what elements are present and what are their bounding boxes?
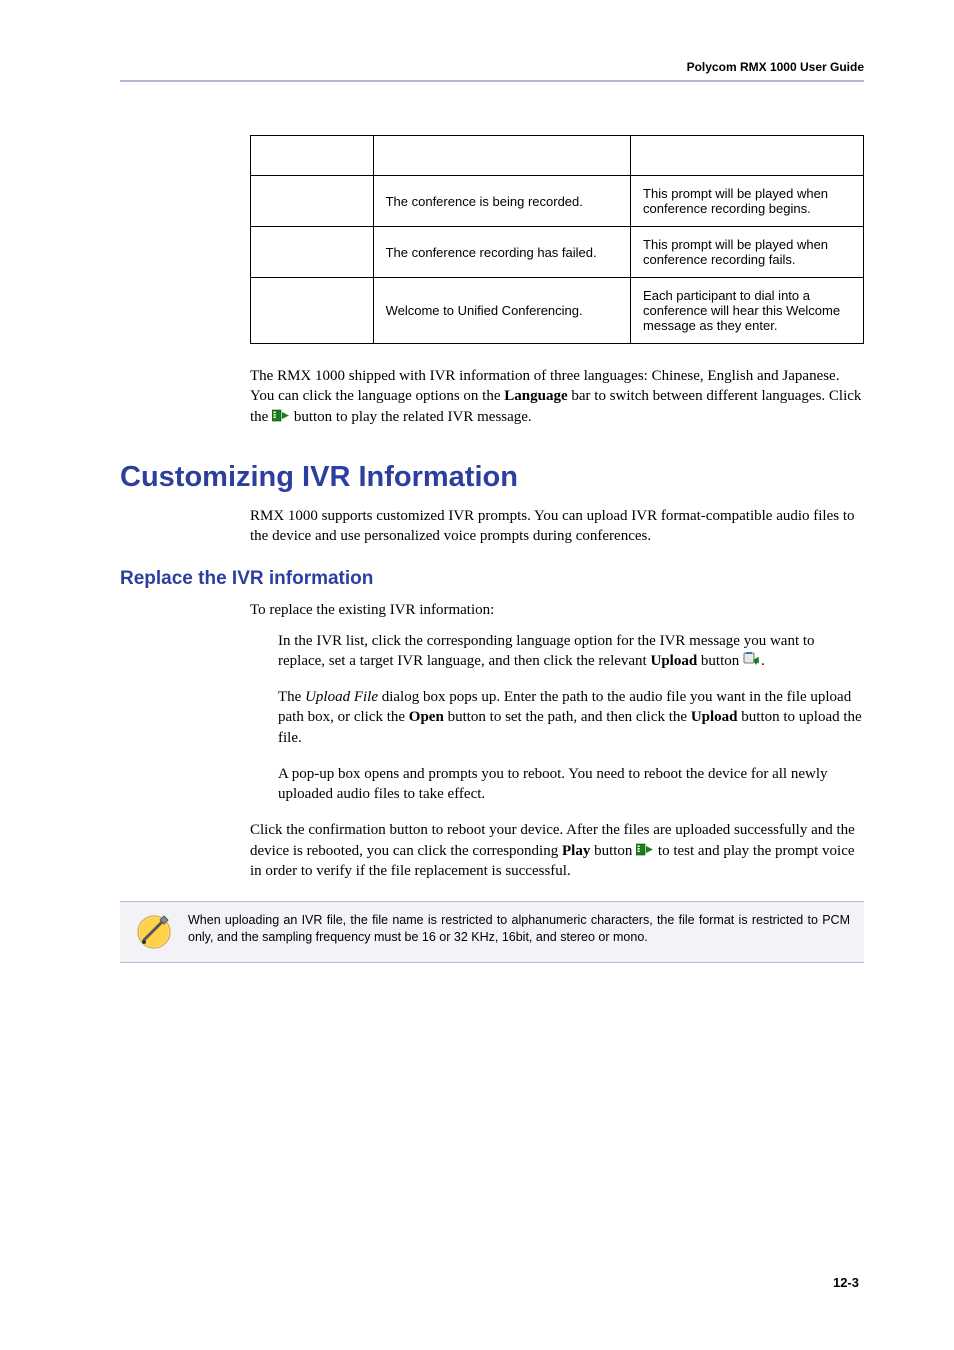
step-item: In the IVR list, click the corresponding… — [250, 631, 864, 672]
replace-intro: To replace the existing IVR information: — [250, 600, 864, 620]
upload-icon — [743, 652, 761, 667]
cell-param — [251, 227, 374, 278]
th-parameter — [251, 136, 374, 176]
page-header: Polycom RMX 1000 User Guide — [120, 60, 864, 90]
step-item: A pop-up box opens and prompts you to re… — [250, 764, 864, 805]
cell-param — [251, 278, 374, 344]
steps-list: In the IVR list, click the corresponding… — [250, 631, 864, 805]
subsection-heading: Replace the IVR information — [120, 568, 864, 590]
text: button to play the related IVR message. — [294, 409, 532, 425]
table-row: The conference recording has failed. Thi… — [251, 227, 864, 278]
note-icon — [134, 912, 174, 952]
bold-language: Language — [504, 388, 567, 404]
confirm-paragraph: Click the confirmation button to reboot … — [250, 820, 864, 881]
play-icon — [272, 408, 290, 423]
section-intro: RMX 1000 supports customized IVR prompts… — [250, 506, 864, 547]
header-title: Polycom RMX 1000 User Guide — [687, 60, 864, 74]
bold-upload: Upload — [691, 709, 738, 725]
italic-upload-file: Upload File — [305, 689, 378, 705]
section-heading: Customizing IVR Information — [120, 461, 864, 494]
cell-voice: The conference is being recorded. — [373, 176, 630, 227]
bold-play: Play — [562, 843, 590, 859]
text: button — [697, 653, 743, 669]
text: . — [761, 653, 765, 669]
note-box: When uploading an IVR file, the file nam… — [120, 901, 864, 963]
text: button — [590, 843, 636, 859]
text: A pop-up box opens and prompts you to re… — [278, 766, 828, 802]
intro-paragraph: The RMX 1000 shipped with IVR informatio… — [250, 366, 864, 427]
cell-voice: Welcome to Unified Conferencing. — [373, 278, 630, 344]
page-number: 12-3 — [833, 1275, 859, 1290]
bold-upload: Upload — [650, 653, 697, 669]
header-rule — [120, 80, 864, 82]
cell-desc: This prompt will be played when conferen… — [631, 227, 864, 278]
table-row: The conference is being recorded. This p… — [251, 176, 864, 227]
bold-open: Open — [409, 709, 444, 725]
table-row: Welcome to Unified Conferencing. Each pa… — [251, 278, 864, 344]
note-text: When uploading an IVR file, the file nam… — [188, 912, 850, 946]
cell-param — [251, 176, 374, 227]
ivr-table: The conference is being recorded. This p… — [250, 135, 864, 344]
play-icon — [636, 842, 654, 857]
cell-desc: This prompt will be played when conferen… — [631, 176, 864, 227]
th-voice — [373, 136, 630, 176]
th-description — [631, 136, 864, 176]
cell-desc: Each participant to dial into a conferen… — [631, 278, 864, 344]
text: The — [278, 689, 305, 705]
text: button to set the path, and then click t… — [444, 709, 691, 725]
step-item: The Upload File dialog box pops up. Ente… — [250, 687, 864, 748]
table-header-row — [251, 136, 864, 176]
cell-voice: The conference recording has failed. — [373, 227, 630, 278]
